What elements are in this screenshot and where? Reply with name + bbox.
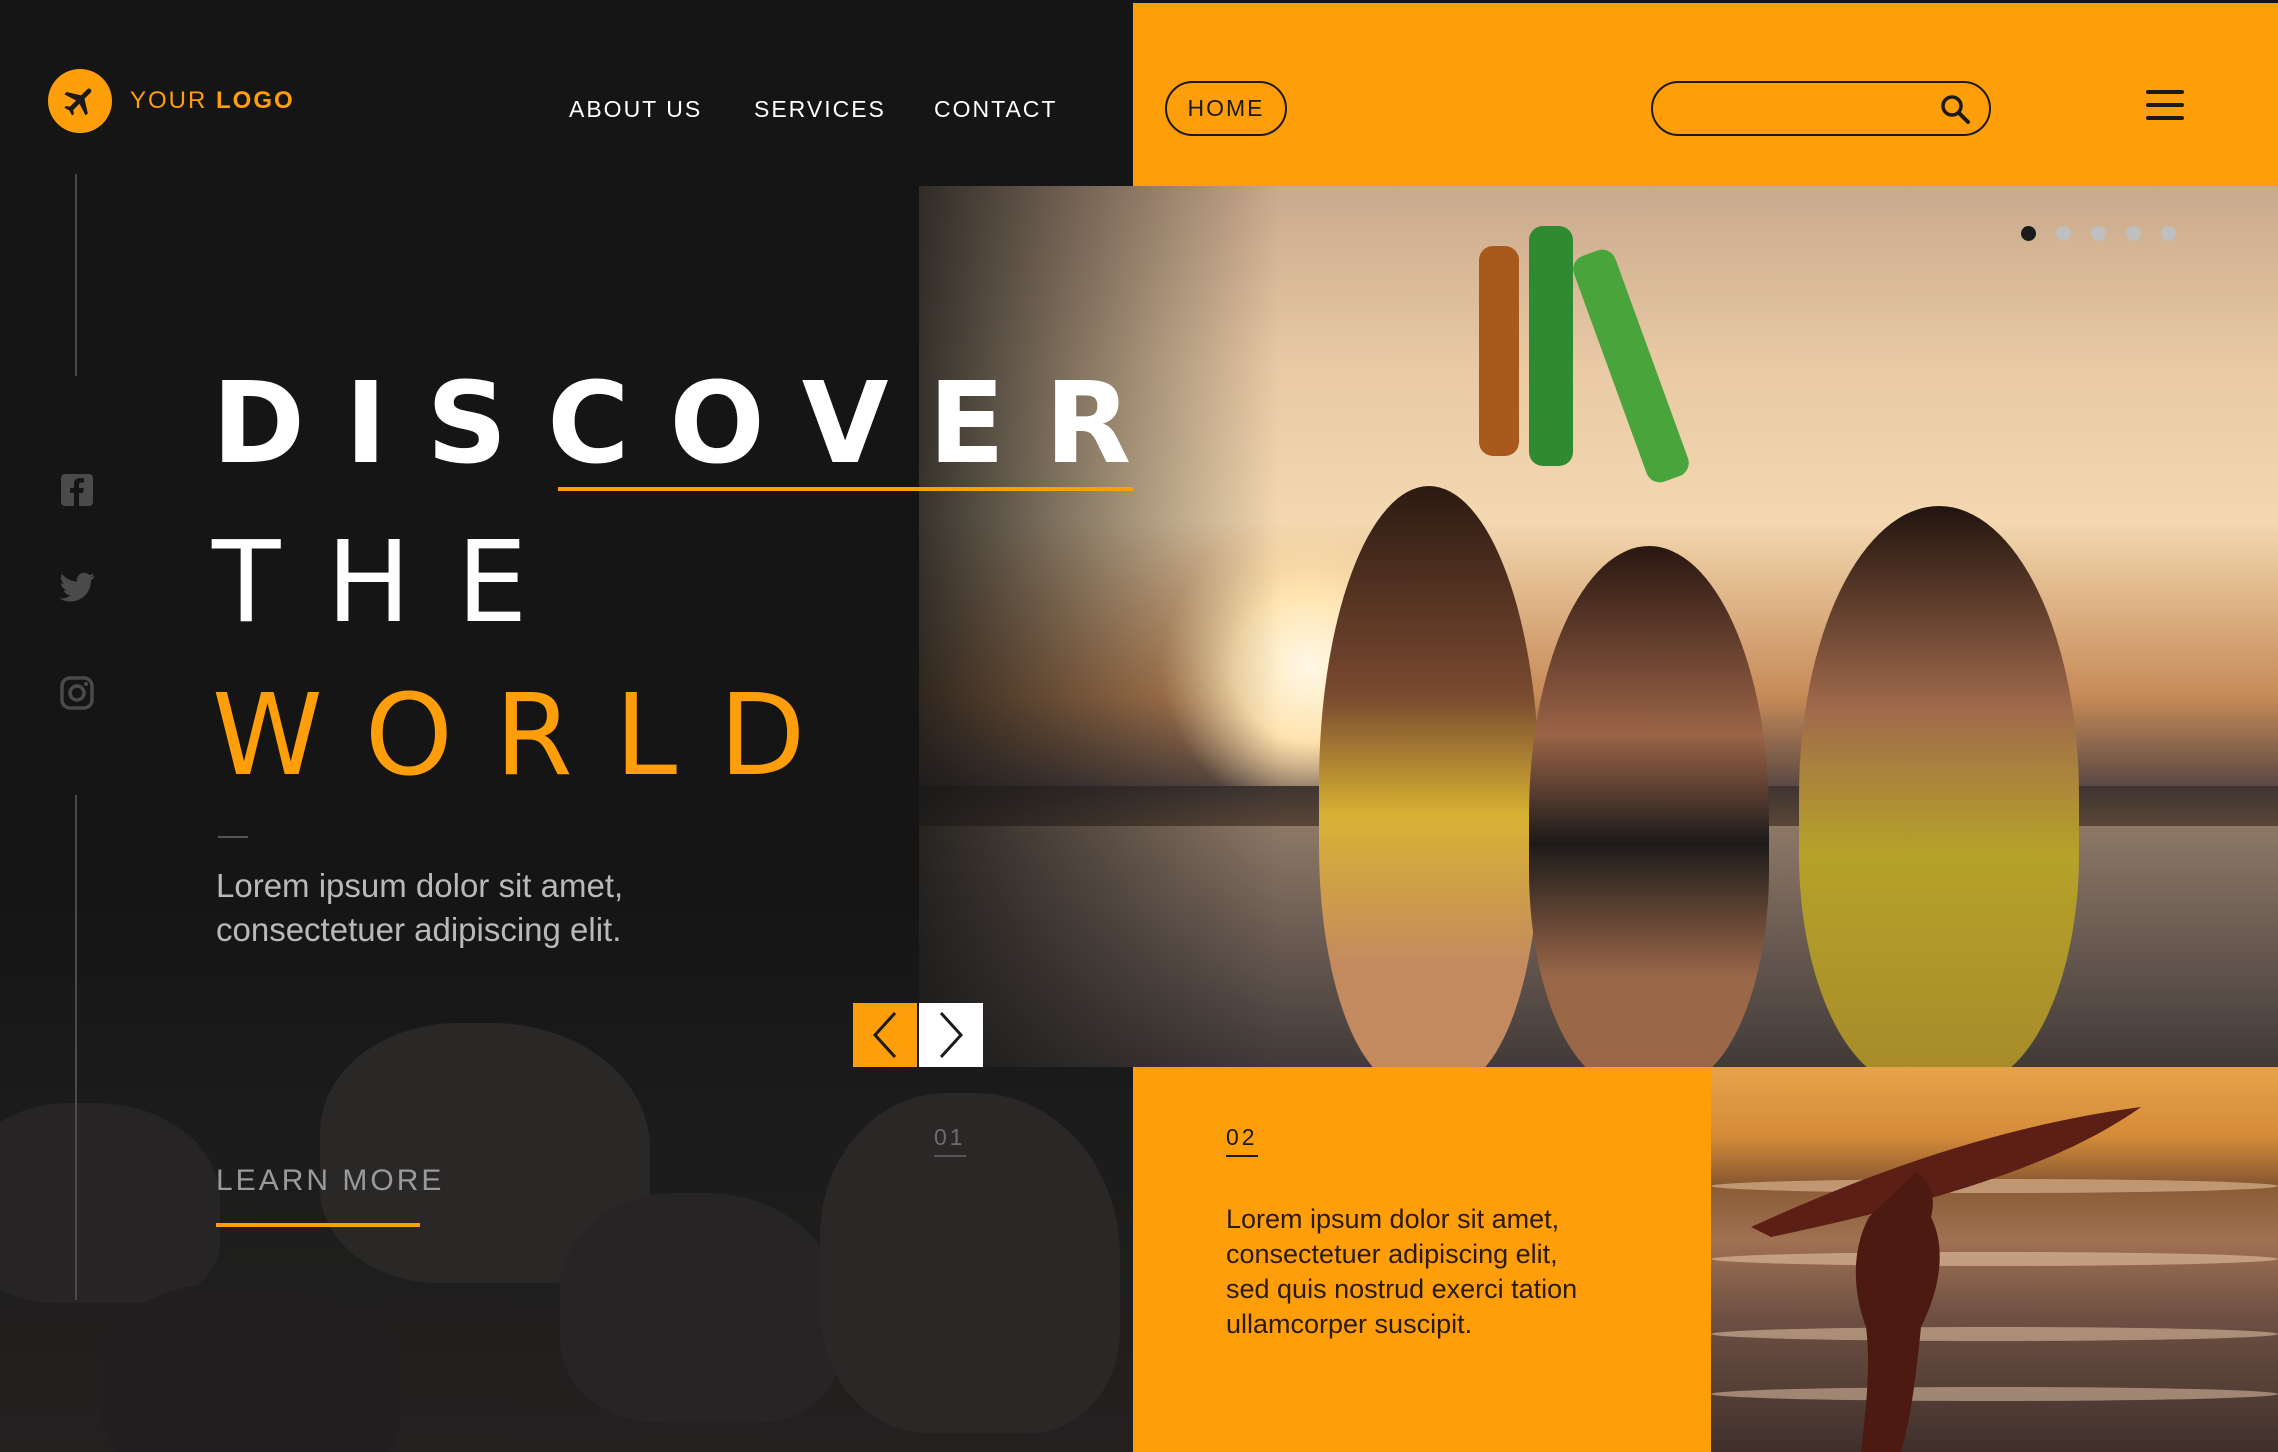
hero-description: Lorem ipsum dolor sit amet, consectetuer… [216, 864, 776, 952]
nav-services[interactable]: SERVICES [754, 96, 886, 123]
home-button[interactable]: HOME [1165, 81, 1287, 136]
logo-text-light: YOUR [130, 87, 208, 114]
search-box [1651, 81, 1991, 136]
learn-more-underline [216, 1223, 420, 1227]
hero-divider [218, 836, 248, 838]
rock-shape [100, 1283, 400, 1452]
person-figure [1529, 546, 1769, 1067]
slider-dots [2021, 226, 2176, 241]
hero-title-world: WORLD [212, 671, 848, 801]
rock-shape [0, 1103, 220, 1303]
menu-bar [2146, 116, 2184, 120]
slider-dot[interactable] [2056, 226, 2071, 241]
rock-shape [560, 1193, 840, 1423]
hero-image [919, 186, 2278, 1067]
card-number-underline [1226, 1155, 1258, 1157]
hero-description-line: Lorem ipsum dolor sit amet, [216, 867, 624, 904]
sidebar-divider-bottom [75, 795, 77, 1300]
image-shade [919, 186, 1279, 1067]
bottle-shape [1479, 246, 1519, 456]
slider-prev-button[interactable] [853, 1003, 917, 1067]
person-figure [1799, 506, 2079, 1067]
logo-text: YOUR LOGO [130, 87, 295, 115]
card-description-line: sed quis nostrud exerci tation [1226, 1274, 1578, 1304]
slider-dot[interactable] [2021, 226, 2036, 241]
logo-text-bold: LOGO [216, 87, 295, 114]
instagram-icon[interactable] [57, 673, 97, 713]
slider-next-button[interactable] [919, 1003, 983, 1067]
hero-title-discover: DISCOVER [212, 359, 1172, 489]
slider-dot[interactable] [2091, 226, 2106, 241]
hero-title-underline [558, 487, 1133, 491]
card-description-line: ullamcorper suscipit. [1226, 1309, 1473, 1339]
landing-page: YOUR LOGO ABOUT US SERVICES CONTACT HOME [0, 0, 2278, 1452]
sidebar-divider-top [75, 174, 77, 376]
slider-dot[interactable] [2126, 226, 2141, 241]
surfer-silhouette [1751, 1107, 2141, 1452]
menu-bar [2146, 90, 2184, 94]
nav-contact[interactable]: CONTACT [934, 96, 1057, 123]
card-description-line: consectetuer adipiscing elit, [1226, 1239, 1558, 1269]
search-input[interactable] [1671, 91, 1931, 127]
logo[interactable]: YOUR LOGO [48, 69, 295, 133]
card-number: 02 [1226, 1124, 1258, 1150]
learn-more-link[interactable]: LEARN MORE [216, 1164, 444, 1198]
rock-shape [820, 1093, 1120, 1433]
slide-number: 01 [934, 1124, 966, 1150]
airplane-icon [48, 69, 112, 133]
chevron-right-icon [939, 1011, 964, 1059]
person-figure [1319, 486, 1539, 1067]
hero-description-line: consectetuer adipiscing elit. [216, 911, 622, 948]
bottle-shape [1529, 226, 1573, 466]
slide-number-underline [934, 1155, 966, 1157]
menu-bar [2146, 103, 2184, 107]
surfer-image [1711, 1067, 2278, 1452]
twitter-icon[interactable] [57, 567, 97, 607]
card-description-line: Lorem ipsum dolor sit amet, [1226, 1204, 1560, 1234]
facebook-icon[interactable] [57, 470, 97, 510]
hamburger-menu-icon[interactable] [2146, 90, 2184, 126]
hero-title-the: THE [212, 518, 574, 648]
bottle-shape [1569, 245, 1693, 487]
search-icon[interactable] [1939, 93, 1971, 125]
chevron-left-icon [872, 1011, 897, 1059]
nav-about-us[interactable]: ABOUT US [569, 96, 702, 123]
card-description: Lorem ipsum dolor sit amet, consectetuer… [1226, 1202, 1686, 1342]
slider-dot[interactable] [2161, 226, 2176, 241]
